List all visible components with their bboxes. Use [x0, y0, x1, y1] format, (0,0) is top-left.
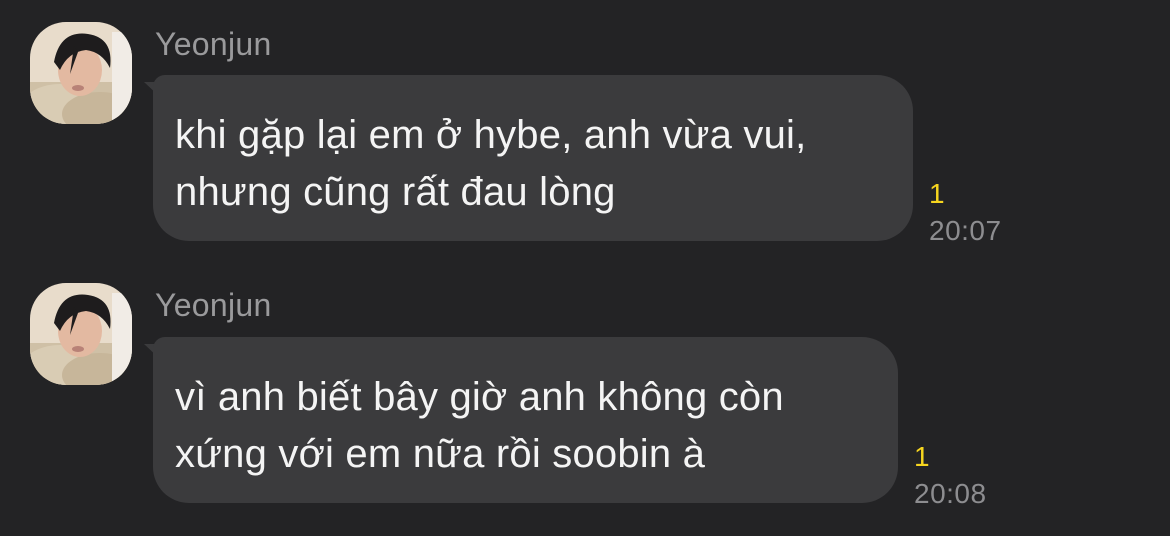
- sender-name: Yeonjun: [155, 287, 272, 323]
- message-bubble[interactable]: vì anh biết bây giờ anh không còn xứng v…: [153, 337, 898, 503]
- message-text: vì anh biết bây giờ anh không còn xứng v…: [175, 375, 784, 476]
- message-time: 20:07: [929, 215, 1002, 246]
- unread-count: 1: [929, 178, 945, 209]
- sender-name: Yeonjun: [155, 26, 272, 62]
- message-bubble[interactable]: khi gặp lại em ở hybe, anh vừa vui, nhưn…: [153, 75, 913, 241]
- profile-photo-icon: [30, 283, 132, 385]
- profile-photo-icon: [30, 22, 132, 124]
- message-text: khi gặp lại em ở hybe, anh vừa vui, nhưn…: [175, 113, 807, 214]
- avatar[interactable]: [30, 22, 132, 124]
- unread-count: 1: [914, 441, 930, 472]
- message-time: 20:08: [914, 478, 987, 509]
- chat-view: Yeonjun khi gặp lại em ở hybe, anh vừa v…: [0, 0, 1170, 536]
- avatar[interactable]: [30, 283, 132, 385]
